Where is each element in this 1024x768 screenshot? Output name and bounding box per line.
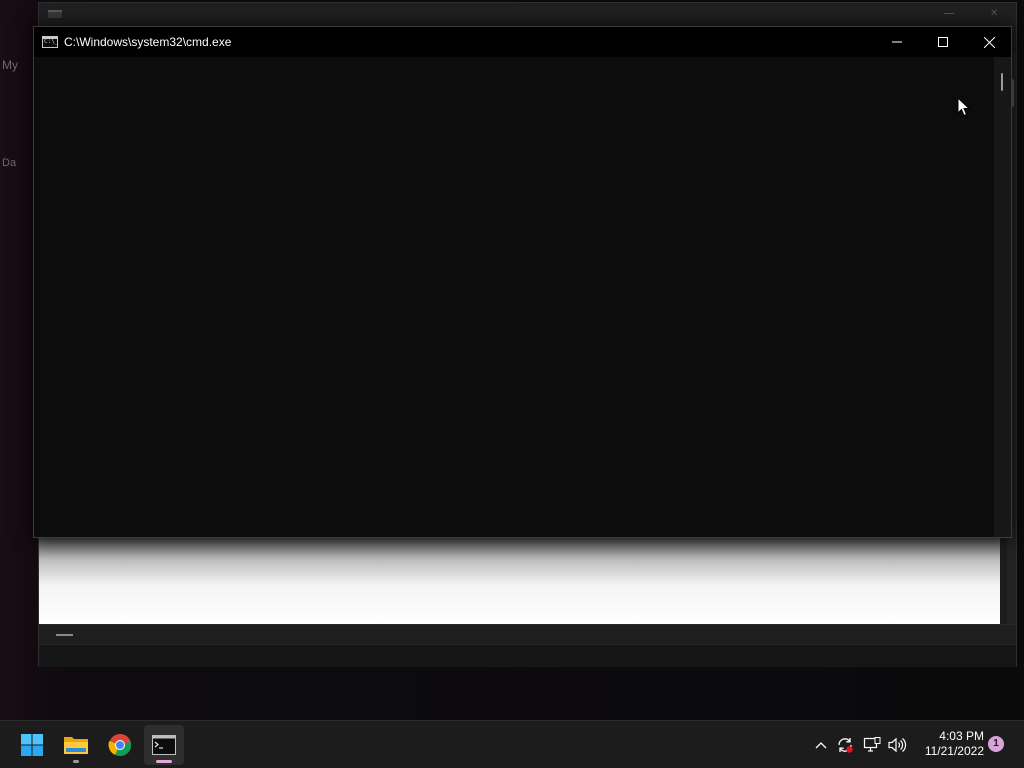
cmd-titlebar[interactable]: C:\_ C:\Windows\system32\cmd.exe	[34, 27, 1011, 57]
windows-start-icon	[21, 734, 43, 756]
background-window-icon	[48, 10, 62, 18]
minimize-button[interactable]	[874, 27, 920, 57]
cmd-scrollbar[interactable]	[994, 57, 1011, 537]
chrome-icon	[108, 733, 132, 757]
taskbar-clock[interactable]: 4:03 PM 11/21/2022	[912, 729, 984, 759]
maximize-icon	[938, 37, 948, 47]
background-window-titlebar[interactable]: ✕	[39, 3, 1016, 27]
volume-icon	[888, 737, 907, 753]
folder-icon	[64, 737, 88, 754]
minimize-icon[interactable]	[944, 13, 954, 14]
show-hidden-icons-button[interactable]	[812, 733, 830, 757]
maximize-button[interactable]	[920, 27, 966, 57]
desktop-icon-label: Da	[2, 157, 17, 169]
close-button[interactable]	[966, 27, 1012, 57]
tray-sync[interactable]	[835, 733, 855, 757]
sync-icon	[838, 738, 853, 753]
background-window-footer	[39, 644, 1016, 667]
clock-time: 4:03 PM	[939, 729, 984, 743]
cmd-window-title: C:\Windows\system32\cmd.exe	[64, 35, 232, 49]
notification-badge[interactable]: 1	[988, 736, 1004, 752]
cmd-icon-glyph: C:\_	[44, 38, 59, 45]
cmd-window: C:\_ C:\Windows\system32\cmd.exe	[33, 26, 1012, 538]
cmd-console-icon[interactable]: C:\_	[42, 36, 58, 48]
cmd-scroll-thumb[interactable]	[1001, 73, 1003, 91]
network-icon	[863, 737, 881, 752]
start-button[interactable]	[12, 725, 52, 765]
active-indicator	[156, 760, 172, 763]
close-icon	[983, 36, 995, 48]
minimize-icon	[892, 41, 902, 43]
mouse-cursor-icon	[957, 97, 971, 117]
tray-network[interactable]	[862, 733, 882, 757]
taskbar-file-explorer[interactable]	[56, 725, 96, 765]
background-window-content-panel	[39, 538, 1000, 624]
tray-volume[interactable]	[886, 733, 908, 757]
cmd-console-output[interactable]	[34, 57, 995, 537]
taskbar: 4:03 PM 11/21/2022 1	[0, 720, 1024, 768]
desktop-icon-label: My	[2, 58, 18, 72]
dash-icon	[56, 634, 73, 636]
taskbar-command-prompt[interactable]	[144, 725, 184, 765]
close-icon[interactable]: ✕	[990, 9, 1000, 19]
cmd-console-icon	[152, 735, 176, 755]
background-window-status-bar	[39, 624, 1016, 644]
taskbar-chrome[interactable]	[100, 725, 140, 765]
clock-date: 11/21/2022	[924, 744, 984, 758]
chevron-up-icon	[815, 742, 827, 749]
running-indicator	[73, 760, 79, 763]
